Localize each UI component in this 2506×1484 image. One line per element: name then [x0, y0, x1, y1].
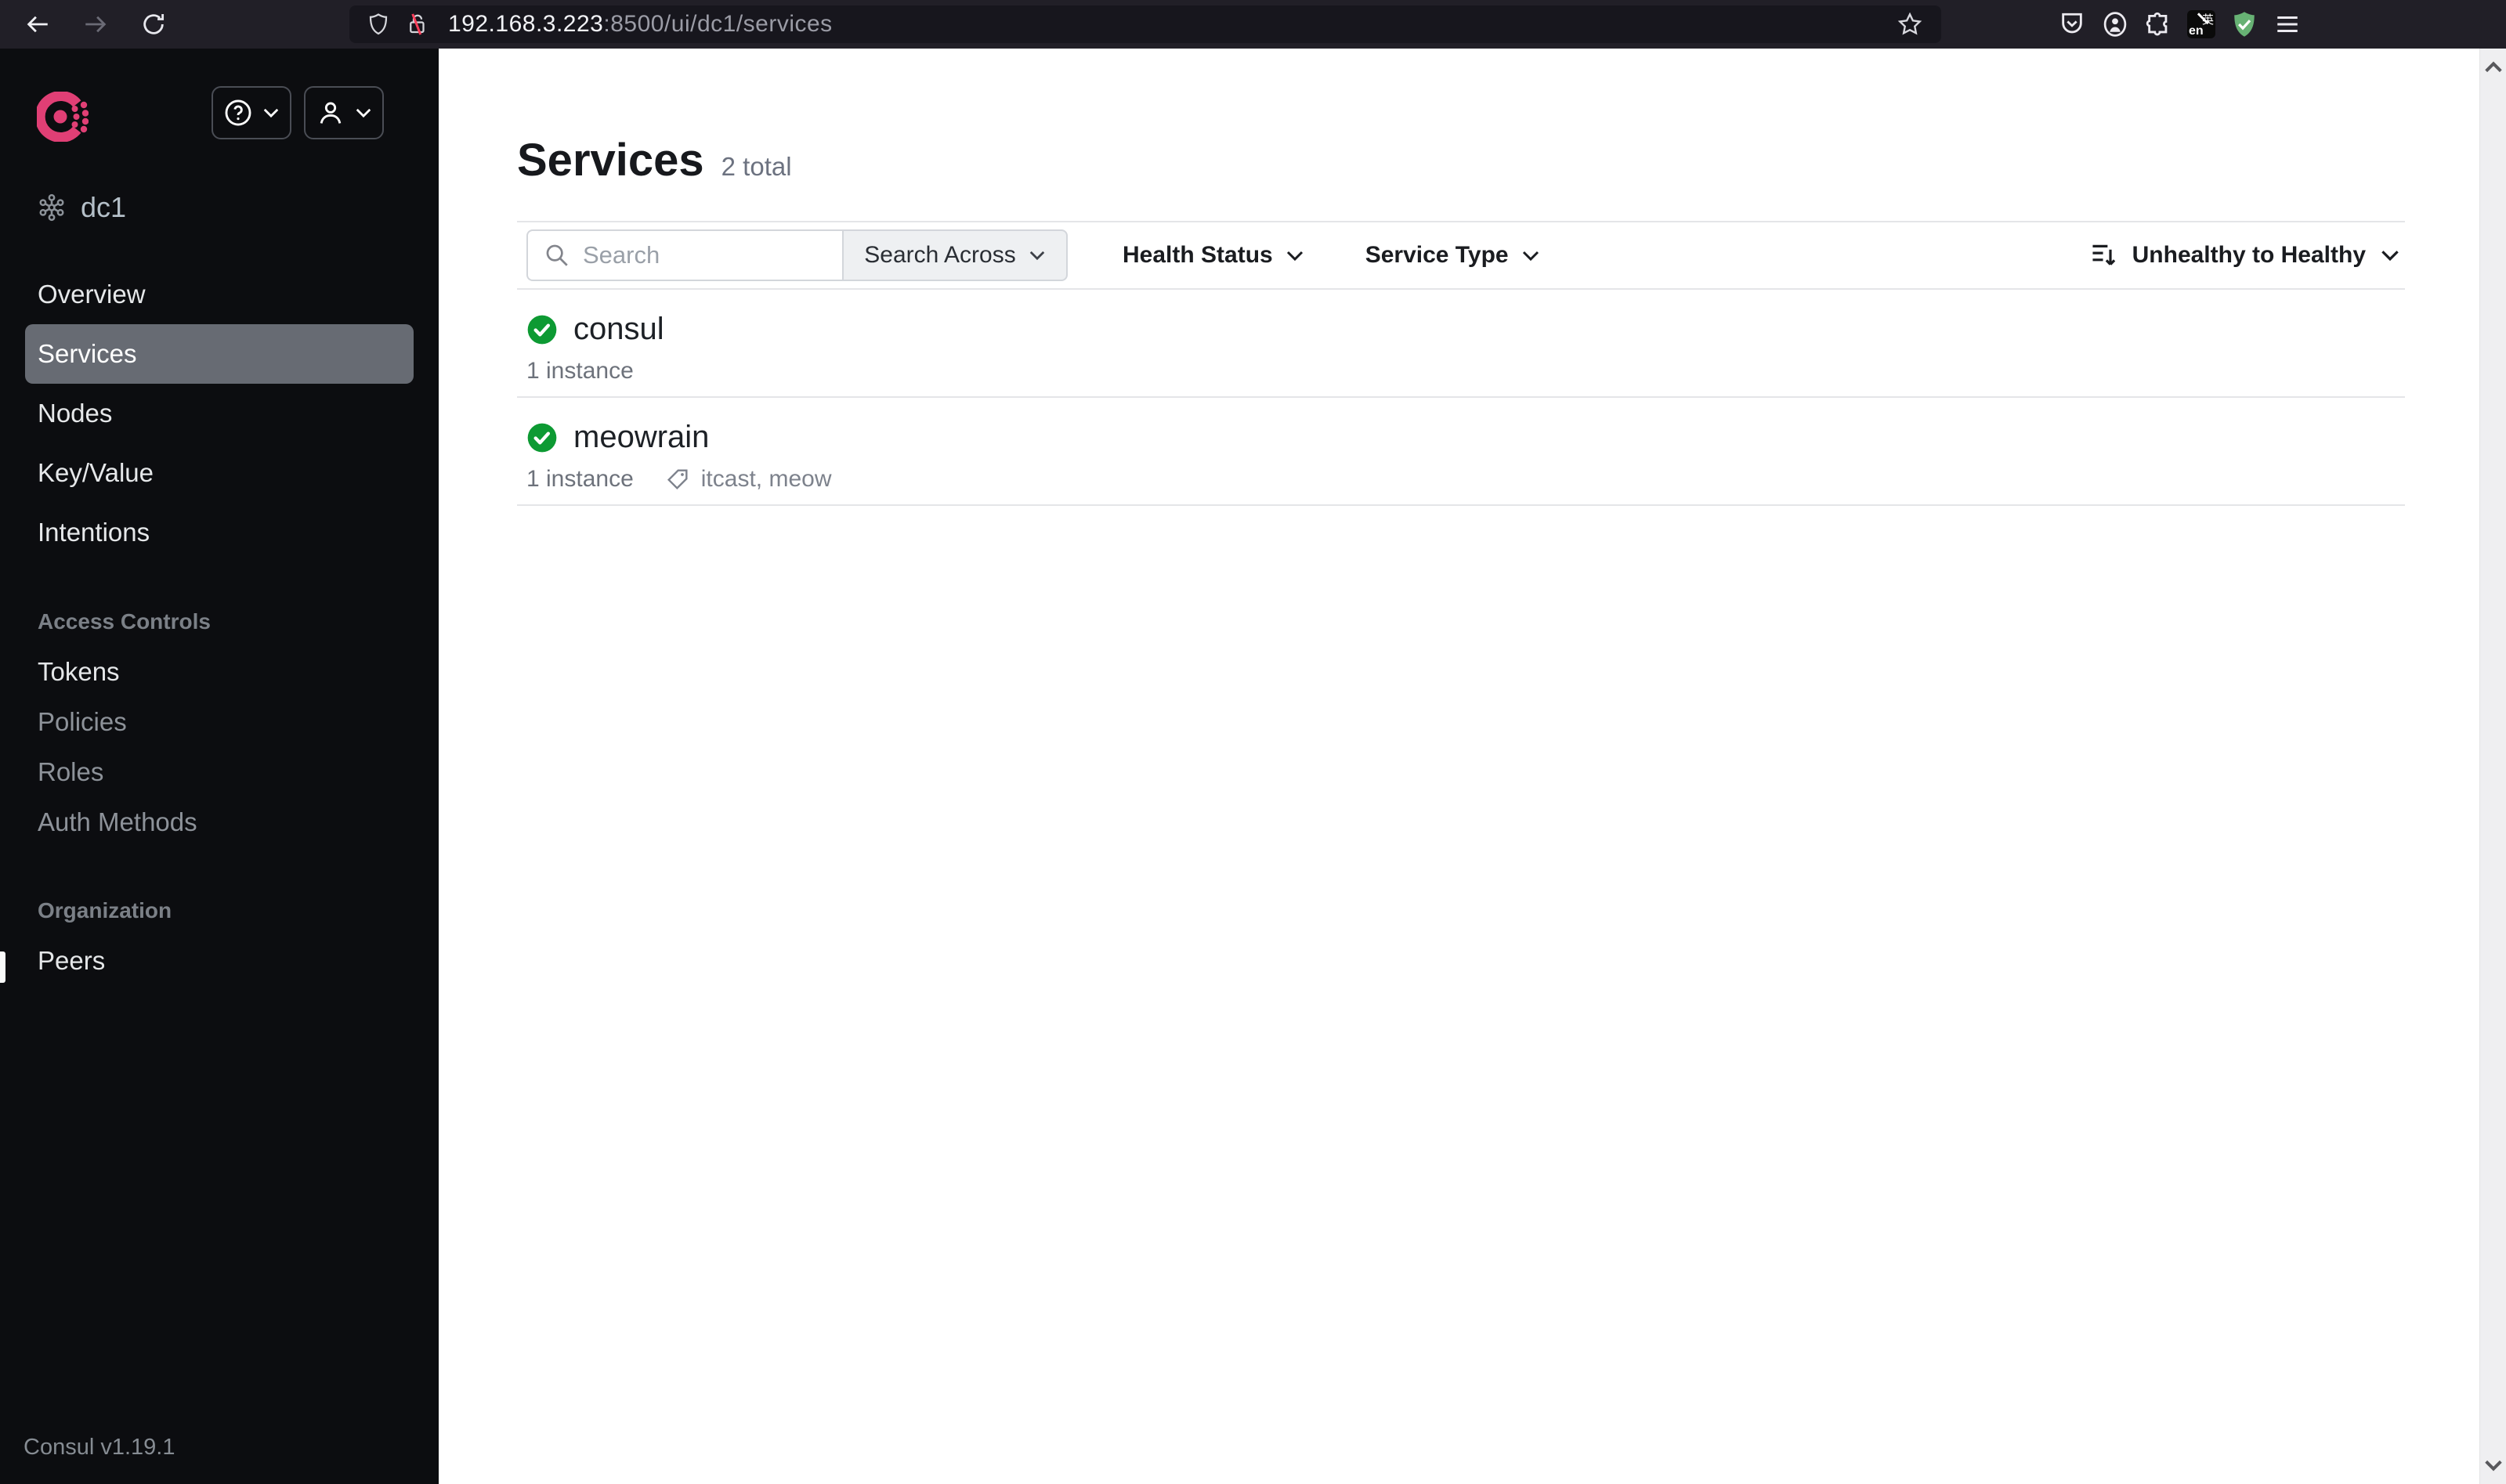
search-input[interactable]: [583, 241, 818, 269]
service-tags: itcast, meow: [700, 466, 832, 492]
left-edge-sliver: [0, 951, 5, 983]
translate-extension-button[interactable]: 英 en: [2186, 9, 2216, 39]
scrollbar-down-icon: [2485, 1460, 2502, 1471]
service-name[interactable]: consul: [573, 312, 664, 347]
page-title: Services: [517, 135, 704, 186]
services-page: Services 2 total Search Across Health St…: [439, 49, 2479, 1484]
bookmark-star-button[interactable]: [1896, 10, 1924, 38]
chevron-down-icon: [1029, 251, 1044, 261]
help-icon: [225, 99, 251, 126]
extensions-button[interactable]: [2143, 9, 2173, 39]
pocket-icon: [2062, 13, 2082, 34]
account-button[interactable]: [2100, 9, 2130, 39]
url-bar[interactable]: 192.168.3.223:8500/ui/dc1/services: [349, 5, 1941, 43]
hamburger-icon: [2277, 16, 2298, 33]
adguard-button[interactable]: [2229, 9, 2259, 39]
healthy-check-icon: [527, 315, 557, 344]
service-name[interactable]: meowrain: [573, 420, 709, 455]
url-text: 192.168.3.223:8500/ui/dc1/services: [448, 11, 833, 38]
datacenter-selector[interactable]: dc1: [37, 191, 126, 224]
sidebar-item-roles[interactable]: Roles: [0, 747, 439, 797]
tracking-shield-icon[interactable]: [367, 12, 390, 37]
chevron-down-icon: [1522, 251, 1539, 261]
service-type-dropdown[interactable]: Service Type: [1365, 242, 1540, 269]
consul-version: Consul v1.19.1: [24, 1435, 175, 1460]
chevron-down-icon: [263, 108, 279, 118]
chevron-down-icon: [1286, 251, 1303, 261]
sidebar-item-policies[interactable]: Policies: [0, 697, 439, 747]
translate-latin-glyph: en: [2189, 24, 2204, 38]
search-box: [526, 229, 842, 281]
service-instances: 1 instance: [526, 466, 634, 492]
chevron-down-icon: [2381, 251, 2399, 262]
service-list: consul 1 instance meowrain 1 instance it…: [517, 290, 2405, 506]
translate-cjk-glyph: 英: [2201, 13, 2214, 27]
section-header-access-controls: Access Controls: [38, 609, 211, 634]
sort-icon: [2092, 244, 2115, 265]
search-across-label: Search Across: [864, 242, 1016, 268]
adguard-shield-icon: [2234, 12, 2255, 37]
menu-button[interactable]: [2273, 9, 2302, 39]
sidebar-item-services[interactable]: Services: [25, 324, 414, 384]
datacenter-icon: [39, 193, 64, 222]
service-row-consul[interactable]: consul 1 instance: [517, 290, 2405, 398]
back-button[interactable]: [24, 10, 52, 38]
user-icon: [320, 102, 342, 124]
total-count: 2 total: [721, 152, 792, 181]
service-row-meowrain[interactable]: meowrain 1 instance itcast, meow: [517, 398, 2405, 506]
section-header-organization: Organization: [38, 898, 172, 923]
reload-icon: [143, 13, 165, 34]
forward-button[interactable]: [81, 10, 110, 38]
url-host: 192.168.3.223: [448, 11, 604, 37]
browser-nav-buttons: [24, 10, 168, 38]
account-icon: [2103, 12, 2127, 37]
reload-button[interactable]: [139, 10, 168, 38]
sidebar-item-overview[interactable]: Overview: [25, 265, 414, 324]
pocket-button[interactable]: [2057, 9, 2087, 39]
consul-logo: [37, 92, 89, 142]
search-icon: [546, 244, 568, 266]
sidebar-nav: Overview Services Nodes Key/Value Intent…: [0, 265, 439, 562]
sidebar-item-key-value[interactable]: Key/Value: [25, 443, 414, 503]
search-across-dropdown[interactable]: Search Across: [842, 229, 1068, 281]
consul-sidebar: dc1 Overview Services Nodes Key/Value In…: [0, 49, 439, 1484]
health-status-label: Health Status: [1123, 242, 1273, 268]
puzzle-icon: [2146, 12, 2168, 36]
access-controls-section: Access Controls Tokens Policies Roles Au…: [0, 606, 439, 847]
back-icon: [27, 16, 48, 33]
health-status-dropdown[interactable]: Health Status: [1123, 242, 1304, 269]
scrollbar-up-icon: [2485, 61, 2502, 73]
toolbar-extension-area: 英 en: [2057, 9, 2302, 39]
scrollbar-down-button[interactable]: [2482, 1454, 2504, 1476]
service-type-label: Service Type: [1365, 242, 1509, 268]
sidebar-item-intentions[interactable]: Intentions: [25, 503, 414, 562]
page-scrollbar[interactable]: [2479, 49, 2506, 1484]
help-menu-button[interactable]: [212, 86, 291, 139]
organization-section: Organization Peers: [0, 895, 439, 986]
sidebar-item-tokens[interactable]: Tokens: [0, 647, 439, 697]
sidebar-item-peers[interactable]: Peers: [0, 936, 439, 986]
insecure-lock-icon[interactable]: [406, 12, 429, 37]
sidebar-item-nodes[interactable]: Nodes: [25, 384, 414, 443]
translate-icon: 英 en: [2187, 10, 2215, 38]
sort-label: Unhealthy to Healthy: [2132, 242, 2366, 268]
browser-toolbar: 192.168.3.223:8500/ui/dc1/services 英 en: [0, 0, 2506, 49]
healthy-check-icon: [527, 423, 557, 452]
scrollbar-up-button[interactable]: [2482, 56, 2504, 78]
sort-dropdown[interactable]: Unhealthy to Healthy: [2090, 242, 2400, 269]
star-icon: [1897, 12, 1922, 35]
tag-icon: [667, 469, 688, 490]
url-path: :8500/ui/dc1/services: [603, 11, 833, 37]
filter-bar: Search Across Health Status Service Type…: [517, 221, 2405, 290]
chevron-down-icon: [356, 108, 371, 118]
forward-icon: [85, 16, 107, 33]
user-menu-button[interactable]: [304, 86, 384, 139]
service-instances: 1 instance: [526, 358, 634, 384]
sidebar-item-auth-methods[interactable]: Auth Methods: [0, 797, 439, 847]
datacenter-label: dc1: [81, 191, 127, 223]
